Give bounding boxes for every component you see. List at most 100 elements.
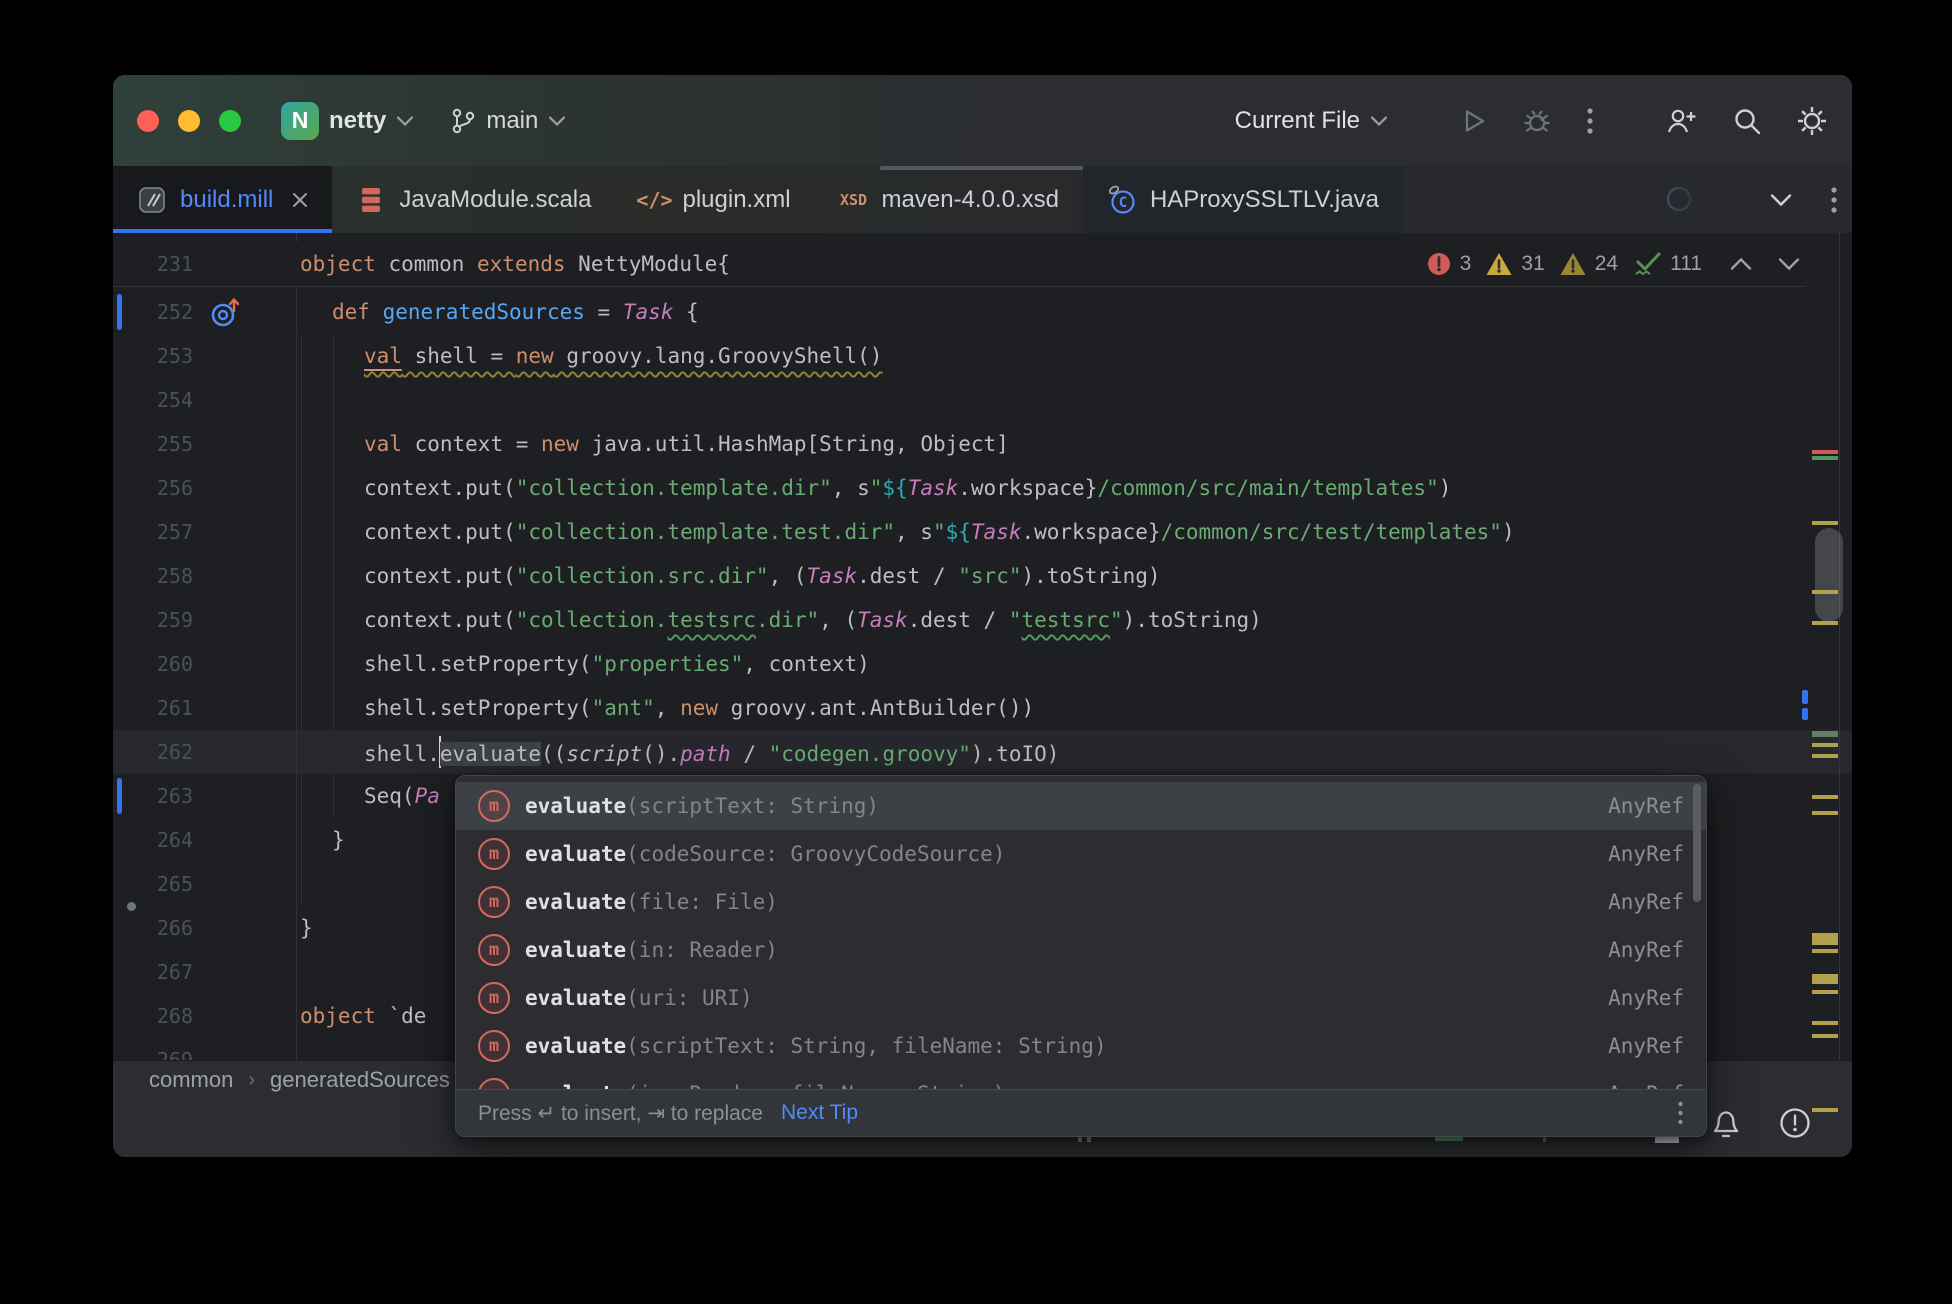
titlebar: N netty main Current File xyxy=(113,75,1852,166)
completion-name: evaluate xyxy=(525,842,626,866)
branch-name: main xyxy=(486,107,538,135)
stripe-mark-y xyxy=(1812,949,1838,953)
completion-item-3[interactable]: mevaluate(in: Reader)AnyRef xyxy=(456,926,1706,974)
code-token: (). xyxy=(642,742,680,766)
code-token: .workspace} xyxy=(958,476,1097,500)
notifications-bell-icon[interactable] xyxy=(1710,1106,1742,1140)
completion-item-6[interactable]: mevaluate(in: Reader, fileName: String)A… xyxy=(456,1070,1706,1090)
run-button[interactable] xyxy=(1460,107,1488,135)
code-line-260[interactable]: 260shell.setProperty("properties", conte… xyxy=(113,642,1852,686)
completion-params: (uri: URI) xyxy=(626,986,752,1010)
more-actions-button[interactable] xyxy=(1586,106,1594,136)
gutter-slot xyxy=(193,290,296,334)
editor-scrollbar-thumb[interactable] xyxy=(1815,528,1843,622)
tab-plugin.xml[interactable]: </>plugin.xml xyxy=(615,166,814,233)
project-logo: N xyxy=(281,102,319,140)
code-line-255[interactable]: 255val context = new java.util.HashMap[S… xyxy=(113,422,1852,466)
code-line-258[interactable]: 258context.put("collection.src.dir", (Ta… xyxy=(113,554,1852,598)
code-token: Pa xyxy=(415,784,440,808)
previous-problem-button[interactable] xyxy=(1730,257,1752,271)
code-line-256[interactable]: 256context.put("collection.template.dir"… xyxy=(113,466,1852,510)
code-token: testsrc xyxy=(1022,608,1111,632)
completion-name: evaluate xyxy=(525,1034,626,1058)
gutter-slot xyxy=(193,1038,296,1060)
stripe-mark-y xyxy=(1812,933,1838,945)
stripe-mark-y xyxy=(1812,621,1838,625)
code-line-261[interactable]: 261shell.setProperty("ant", new groovy.a… xyxy=(113,686,1852,730)
line-number: 267 xyxy=(113,960,193,984)
window-controls xyxy=(137,110,241,132)
completion-item-4[interactable]: mevaluate(uri: URI)AnyRef xyxy=(456,974,1706,1022)
code-line-253[interactable]: 253val shell = new groovy.lang.GroovyShe… xyxy=(113,334,1852,378)
tab-JavaModule.scala[interactable]: JavaModule.scala xyxy=(332,166,615,233)
next-problem-button[interactable] xyxy=(1778,257,1800,271)
javaclass-file-icon: C xyxy=(1107,185,1137,215)
code-token: evaluate xyxy=(440,742,541,766)
line-number: 266 xyxy=(113,916,193,940)
search-everywhere-button[interactable] xyxy=(1732,106,1762,136)
warning-count: 31 xyxy=(1521,252,1544,276)
tab-strip-fade xyxy=(1644,166,1734,233)
code-with-me-button[interactable] xyxy=(1666,106,1698,136)
method-icon: m xyxy=(478,1030,510,1062)
close-tab-icon[interactable] xyxy=(292,192,308,208)
completion-options-kebab-button[interactable] xyxy=(1677,1100,1684,1126)
stripe-mark-r xyxy=(1812,450,1838,454)
scala-file-icon xyxy=(356,185,386,215)
code-token: Task xyxy=(857,608,908,632)
completion-item-2[interactable]: mevaluate(file: File)AnyRef xyxy=(456,878,1706,926)
tab-label: plugin.xml xyxy=(682,186,790,214)
inspection-weak-warning[interactable]: 24 xyxy=(1559,251,1618,277)
code-token: .dest / xyxy=(908,608,1009,632)
debug-button[interactable] xyxy=(1522,106,1552,136)
code-line-252[interactable]: 252def generatedSources = Task { xyxy=(113,290,1852,334)
stripe-mark-y xyxy=(1812,1021,1838,1025)
run-configuration-selector[interactable]: Current File xyxy=(1235,107,1388,135)
completion-item-5[interactable]: mevaluate(scriptText: String, fileName: … xyxy=(456,1022,1706,1070)
code-line-text: val shell = new groovy.lang.GroovyShell(… xyxy=(296,344,1852,368)
inspection-error[interactable]: 3 xyxy=(1426,251,1472,277)
completion-name: evaluate xyxy=(525,986,626,1010)
code-token: " xyxy=(933,520,946,544)
code-token: shell = xyxy=(402,344,516,368)
stripe-mark-b xyxy=(1802,708,1808,720)
recursive-call-icon[interactable] xyxy=(207,295,243,336)
code-token: , xyxy=(655,696,680,720)
minimize-window-button[interactable] xyxy=(178,110,200,132)
chevron-down-icon xyxy=(548,115,566,127)
gutter-slot xyxy=(193,862,296,906)
tab-list-chevron-button[interactable] xyxy=(1770,193,1792,207)
settings-gear-icon[interactable] xyxy=(1796,105,1828,137)
tab-build.mill[interactable]: build.mill xyxy=(113,166,332,233)
inspection-passed[interactable]: 111 xyxy=(1632,250,1702,278)
code-line-254[interactable]: 254 xyxy=(113,378,1852,422)
vcs-branch-widget[interactable]: main xyxy=(450,107,566,135)
next-tip-link[interactable]: Next Tip xyxy=(781,1101,858,1125)
tab-options-kebab-button[interactable] xyxy=(1830,185,1838,215)
mill-file-icon xyxy=(137,185,167,215)
completion-item-0[interactable]: mevaluate(scriptText: String)AnyRef xyxy=(456,782,1706,830)
code-line-259[interactable]: 259context.put("collection.testsrc.dir",… xyxy=(113,598,1852,642)
xsd-file-icon: XSD xyxy=(839,185,869,215)
tab-maven-4.0.0.xsd[interactable]: XSDmaven-4.0.0.xsd xyxy=(815,166,1083,233)
code-line-262[interactable]: 262shell.evaluate((script().path / "code… xyxy=(113,730,1852,774)
inspection-warning[interactable]: 31 xyxy=(1485,251,1544,277)
close-window-button[interactable] xyxy=(137,110,159,132)
gutter-slot xyxy=(193,906,296,950)
problems-indicator-icon[interactable] xyxy=(1778,1106,1812,1140)
error-stripe[interactable] xyxy=(1806,233,1852,1060)
zoom-window-button[interactable] xyxy=(219,110,241,132)
code-token: common xyxy=(376,252,477,276)
project-widget[interactable]: N netty xyxy=(281,102,414,140)
lane-border xyxy=(1839,233,1840,1060)
breadcrumb-item-generated-sources[interactable]: generatedSources xyxy=(270,1067,450,1093)
code-line-257[interactable]: 257context.put("collection.template.test… xyxy=(113,510,1852,554)
weak-warning-count: 24 xyxy=(1595,252,1618,276)
inspections-widget[interactable]: 3 31 24 111 xyxy=(1426,243,1800,285)
completion-scrollbar-thumb[interactable] xyxy=(1693,784,1701,902)
breadcrumb-item-common[interactable]: common xyxy=(149,1067,233,1093)
completion-item-1[interactable]: mevaluate(codeSource: GroovyCodeSource)A… xyxy=(456,830,1706,878)
tab-HAProxySSLTLV.java[interactable]: CHAProxySSLTLV.java xyxy=(1083,166,1403,233)
gutter-slot xyxy=(193,774,296,818)
code-line-text: context.put("collection.template.test.di… xyxy=(296,520,1852,544)
